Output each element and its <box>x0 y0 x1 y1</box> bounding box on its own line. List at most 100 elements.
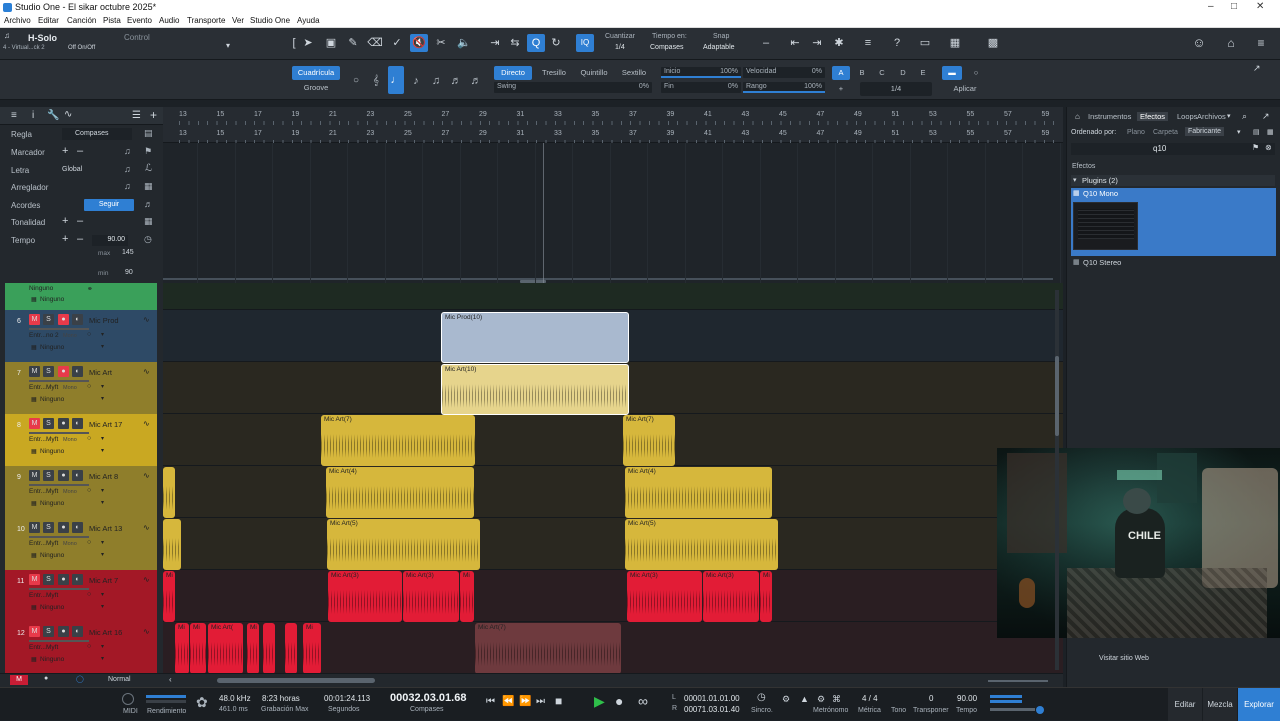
vertical-scrollbar[interactable] <box>1055 290 1059 670</box>
sort-view-icon[interactable]: ▦ <box>1267 128 1274 136</box>
quantize-q-icon[interactable]: Q <box>527 34 545 52</box>
mute-tool-icon[interactable]: 🔇 <box>410 34 428 52</box>
mute-button[interactable]: M <box>29 574 40 585</box>
audio-clip-mic-art-3b[interactable]: Mic Art(3) <box>403 571 459 622</box>
snap-mid-icon[interactable]: ⇆ <box>507 34 523 52</box>
footer-monitor-icon[interactable]: ◯ <box>76 675 84 683</box>
input-monitor-icon[interactable]: ○ <box>87 643 91 650</box>
quintillo-button[interactable]: Quintillo <box>576 66 612 80</box>
record-arm-icon[interactable]: ● <box>58 366 69 377</box>
note-icon[interactable]: ♫ <box>124 146 131 156</box>
fin-slider[interactable]: Fin 0% <box>661 82 741 93</box>
add-key-icon[interactable]: + <box>62 215 68 227</box>
swing-slider[interactable]: Swing 0% <box>494 82 652 93</box>
monitor-icon[interactable]: ◐ <box>72 314 83 325</box>
arrangement-view[interactable]: Mic Prod(10) Mic Art(10) Mic Art(7) Mic Art… <box>163 143 1063 687</box>
add-track-icon[interactable]: + <box>150 108 157 122</box>
automation-icon[interactable]: ∿ <box>64 109 72 120</box>
input-chevron-icon[interactable]: ▾ <box>101 643 104 650</box>
return-zero-icon[interactable]: ⏮ <box>486 696 495 707</box>
metronome-icon[interactable]: ▲ <box>800 694 809 704</box>
track-input[interactable]: Entr...Myft <box>29 384 58 391</box>
mezcla-button[interactable]: Mezcla <box>1203 688 1237 721</box>
mute-button[interactable]: M <box>29 314 40 325</box>
menu-archivo[interactable]: Archivo <box>4 16 31 25</box>
flag-icon[interactable]: ⚑ <box>144 146 152 157</box>
onoff-select[interactable]: Off On/Off <box>68 45 95 51</box>
user-icon[interactable]: ☺ <box>1189 34 1209 52</box>
follow-chords-button[interactable]: Seguir <box>84 199 134 211</box>
output-chevron-icon[interactable]: ▾ <box>101 395 104 402</box>
menu-transporte[interactable]: Transporte <box>187 16 225 25</box>
add-slot-button[interactable]: + <box>832 82 850 96</box>
timebase-value[interactable]: Compases <box>650 44 683 51</box>
waveform-icon[interactable]: ∿ <box>143 575 150 584</box>
track-output[interactable]: Ninguno <box>40 552 64 559</box>
track-output[interactable]: Ninguno <box>40 604 64 611</box>
tab-loops[interactable]: Loops <box>1177 112 1197 121</box>
monitor-icon[interactable]: ◐ <box>72 418 83 429</box>
rango-slider[interactable]: Rango 100% <box>743 82 825 93</box>
track-header[interactable]: 10 M S ● ◐ Mic Art 13 ∿ Entr...Myft Mono ○ ▾ ▦ Ningu… <box>5 518 157 570</box>
paint-tool-icon[interactable]: ✓ <box>389 34 405 52</box>
browser-home-icon[interactable]: ⌂ <box>1075 112 1080 121</box>
tab-instrumentos[interactable]: Instrumentos <box>1088 112 1131 121</box>
input-monitor-icon[interactable]: ○ <box>87 435 91 442</box>
timeline-ruler[interactable]: 13 13 15 15 17 17 19 19 21 21 23 23 25 25 27 27 29 29 31 31… <box>163 107 1063 143</box>
tempo-value[interactable]: 90.00 <box>92 235 128 246</box>
arrow-tool-icon[interactable]: ➤ <box>301 34 315 52</box>
marker-prev-icon[interactable]: ⇤ <box>787 34 803 52</box>
text-icon[interactable]: ℒ <box>145 163 152 174</box>
slot-a-button[interactable]: A <box>832 66 850 80</box>
record-arm-icon[interactable]: ● <box>58 418 69 429</box>
expand-icon[interactable]: ↗ <box>1253 63 1261 74</box>
tempo-readout[interactable]: 90.00 <box>957 694 977 703</box>
info-icon[interactable]: i <box>32 110 34 121</box>
solo-button[interactable]: S <box>43 522 54 533</box>
arranger-note-icon[interactable]: ♫ <box>124 181 131 191</box>
mute-button[interactable]: M <box>29 366 40 377</box>
track-name[interactable]: Mic Art 7 <box>89 576 118 585</box>
sort-plano[interactable]: Plano <box>1127 129 1145 136</box>
volume-fader[interactable] <box>29 484 89 486</box>
input-monitor-icon[interactable]: ○ <box>87 487 91 494</box>
track-header[interactable]: 9 M S ● ◐ Mic Art 8 ∿ Entr...Myft Mono ○ ▾ ▦ Ninguno… <box>5 466 157 518</box>
menu-ver[interactable]: Ver <box>232 16 244 25</box>
audio-clip-mic-art-e[interactable]: Mic Art( <box>208 623 243 674</box>
ruler-icon[interactable]: ▤ <box>144 128 153 139</box>
tresillo-button[interactable]: Tresillo <box>536 66 572 80</box>
record-arm-icon[interactable]: ● <box>58 470 69 481</box>
search-clear-icon[interactable]: ⊗ <box>1265 143 1272 152</box>
monitor-icon[interactable]: ◐ <box>72 626 83 637</box>
output-chevron-icon[interactable]: ▾ <box>101 343 104 350</box>
split-tool-icon[interactable]: ✂ <box>433 34 449 52</box>
quantize-fraction-select[interactable]: 1/4 <box>860 82 932 96</box>
scroll-left-icon[interactable]: ‹ <box>169 675 172 684</box>
audio-clip-mic-art-5[interactable]: Mic Art(5) <box>327 519 480 570</box>
rewind-icon[interactable]: ⏪ <box>502 696 514 707</box>
transpose-value[interactable]: 0 <box>929 694 933 703</box>
audio-clip-edge[interactable]: Mi <box>163 571 175 622</box>
audio-clip-mi-f[interactable]: Mi <box>303 623 321 674</box>
zoom-slider[interactable] <box>988 680 1048 682</box>
sort-toggle-icon[interactable]: ▤ <box>1253 128 1260 136</box>
horizontal-scrollbar[interactable] <box>217 678 375 683</box>
track-header[interactable]: 11 M S ● ◐ Mic Art 7 ∿ Entr...Myft ○ ▾ ▦ Ninguno ▾ <box>5 570 157 622</box>
audio-clip-mic-art-5b[interactable]: Mic Art(5) <box>625 519 778 570</box>
search-icon[interactable]: ⌕ <box>1242 111 1247 122</box>
menu-studio-one[interactable]: Studio One <box>250 16 290 25</box>
input-chevron-icon[interactable]: ▾ <box>101 435 104 442</box>
audio-clip-mi-e[interactable]: Mi <box>247 623 259 674</box>
add-tempo-icon[interactable]: + <box>62 233 68 245</box>
seconds-label[interactable]: Segundos <box>328 706 360 713</box>
note-64th-icon[interactable]: ♬ <box>468 74 484 88</box>
audio-clip-mi-b[interactable]: Mi <box>760 571 772 622</box>
mute-button[interactable]: M <box>29 418 40 429</box>
visit-website-link[interactable]: Visitar sitio Web <box>1099 655 1149 662</box>
quant-mode-icon[interactable]: ▬ <box>942 66 962 80</box>
bracket-icon[interactable]: [ <box>287 34 301 52</box>
solo-button[interactable]: S <box>43 366 54 377</box>
audio-clip-small[interactable] <box>263 623 275 674</box>
volume-fader[interactable] <box>29 432 89 434</box>
audio-clip-mi-d[interactable]: Mi <box>190 623 206 674</box>
